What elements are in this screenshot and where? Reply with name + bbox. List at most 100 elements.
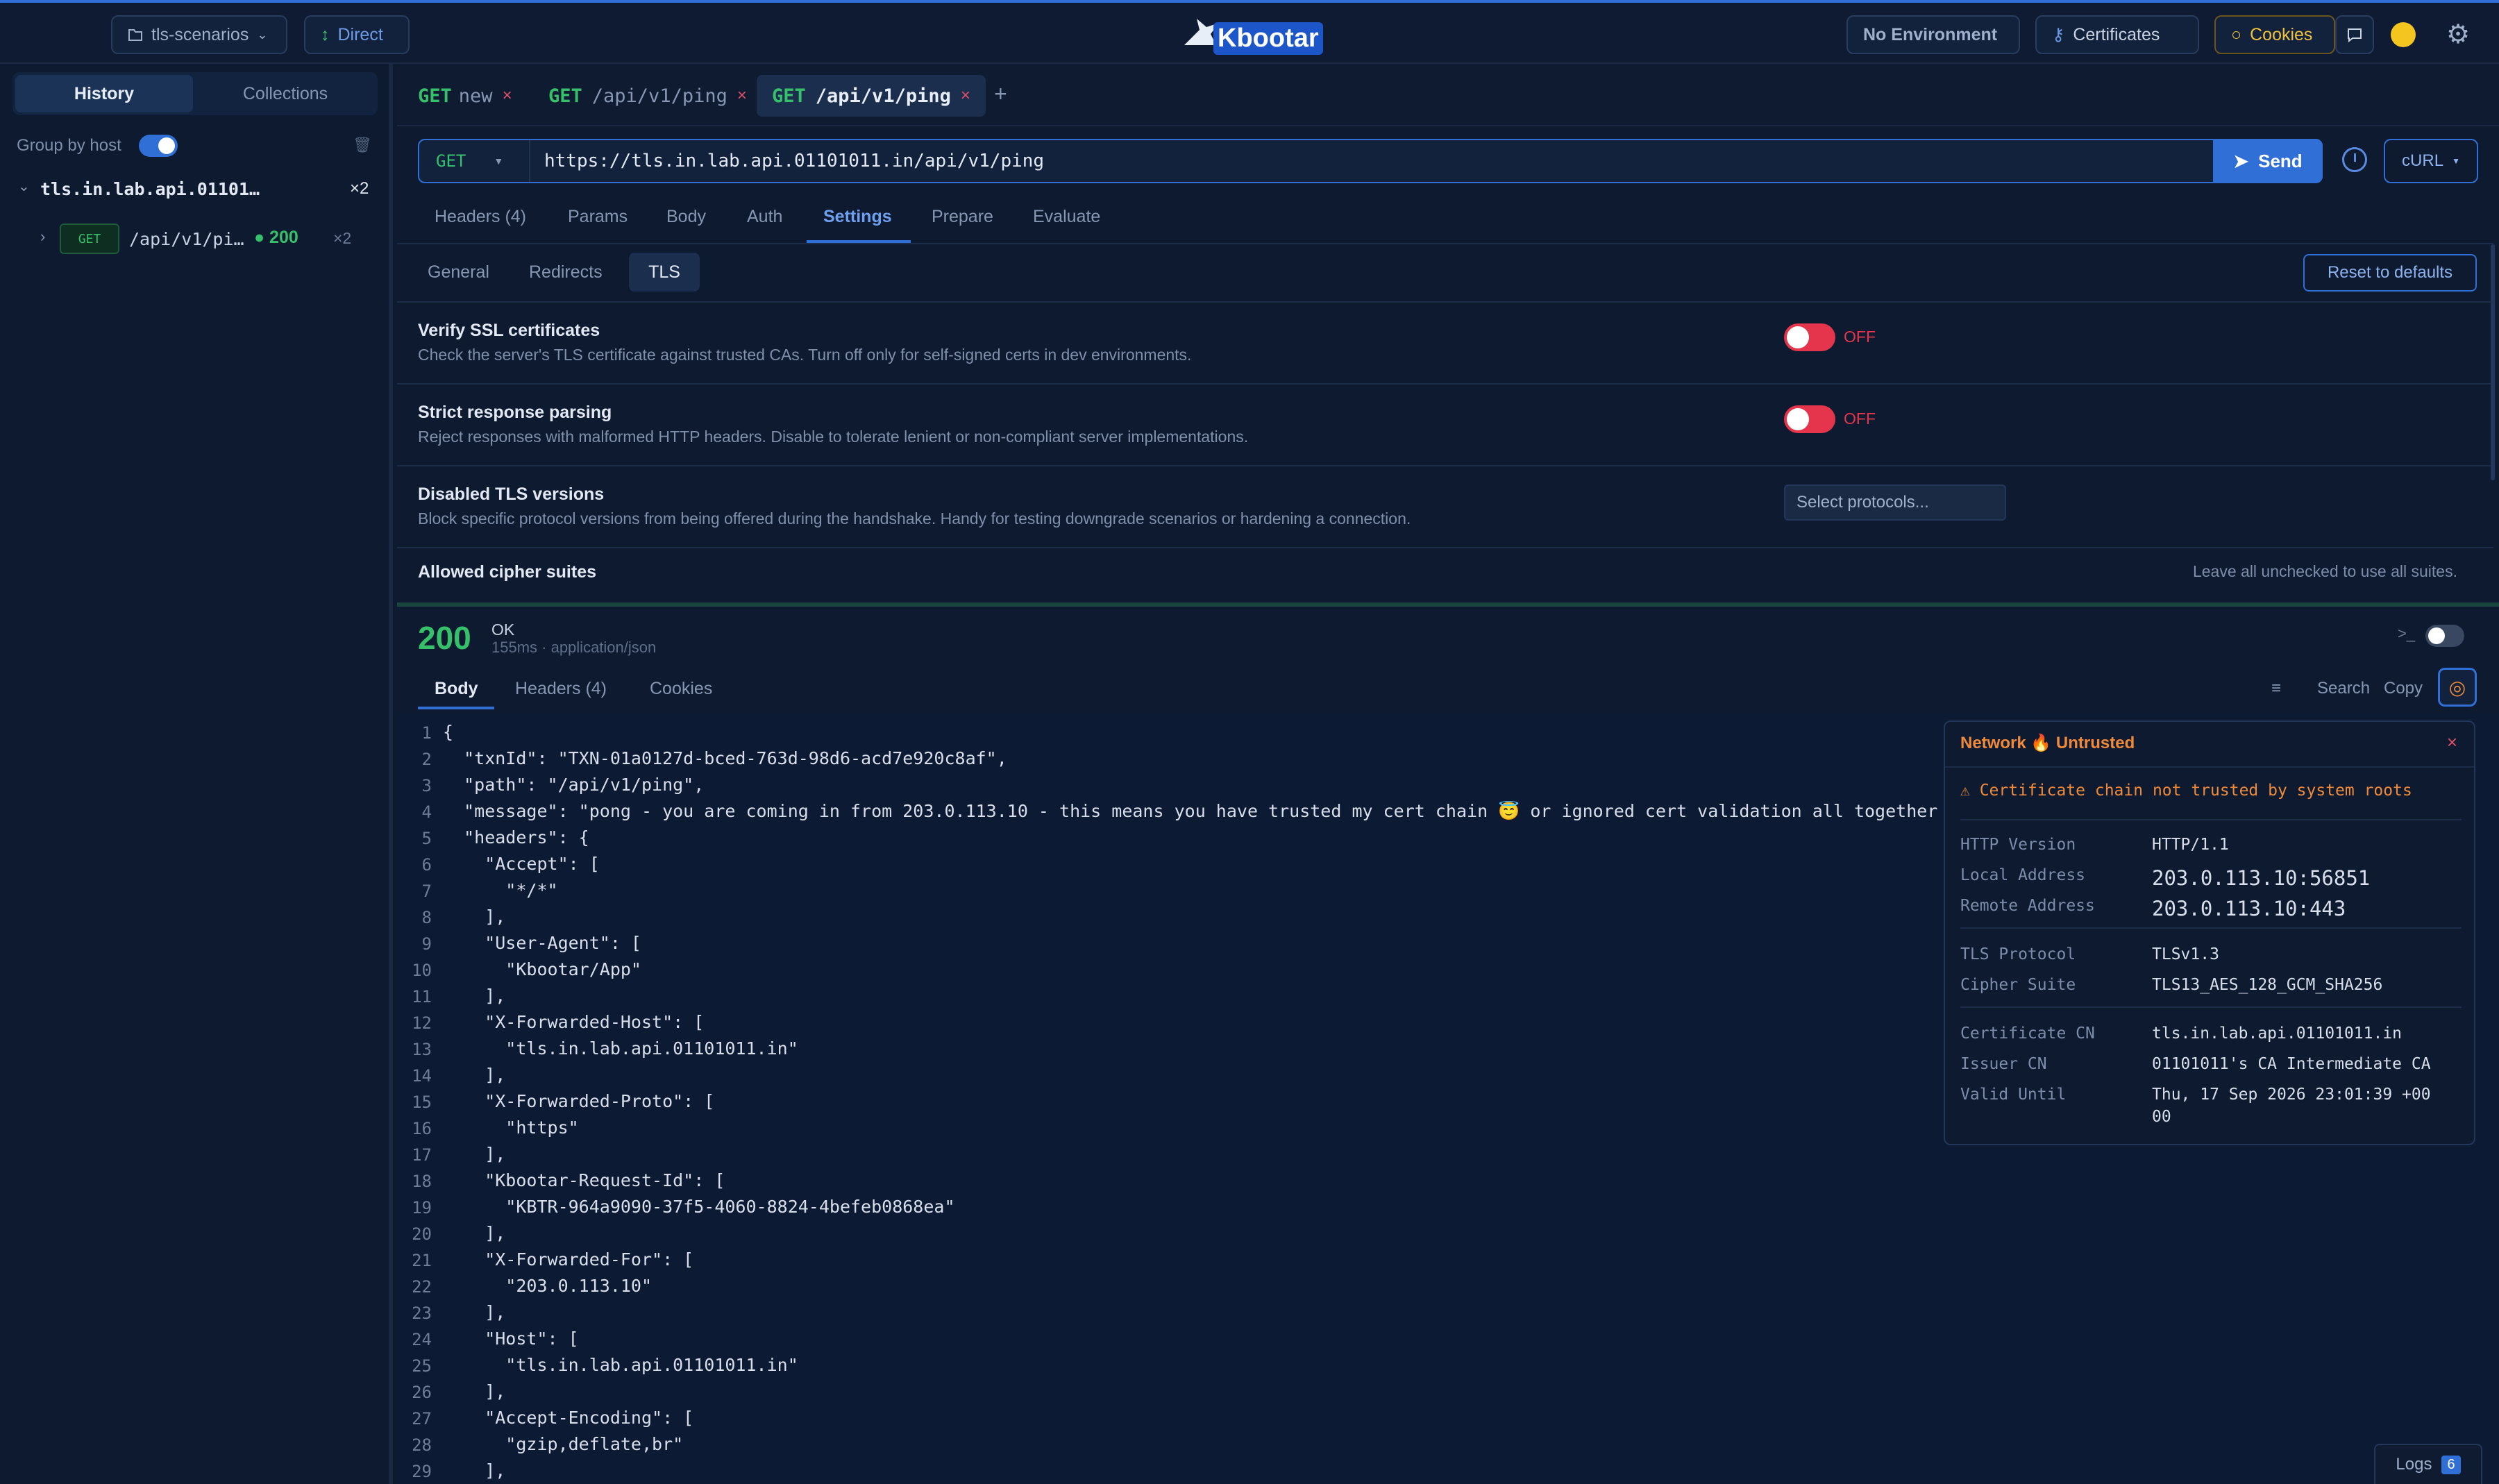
entry-path: /api/v1/pi… (129, 229, 244, 249)
line-number: 2 (421, 750, 432, 769)
tab-evaluate[interactable]: Evaluate (1033, 207, 1100, 227)
line-number: 23 (412, 1304, 432, 1323)
request-tab-active[interactable]: GET /api/v1/ping × (757, 75, 986, 117)
close-icon[interactable]: × (503, 86, 512, 106)
network-value: TLSv1.3 (2152, 945, 2219, 963)
chat-button[interactable] (2335, 15, 2374, 54)
certificates-button[interactable]: ⚷ Certificates (2035, 15, 2199, 54)
search-button[interactable]: Search (2317, 679, 2370, 698)
tab-collections[interactable]: Collections (196, 75, 375, 112)
url-input[interactable] (544, 146, 2058, 176)
add-tab-icon[interactable]: + (994, 83, 1007, 105)
host-group[interactable]: ⌄ tls.in.lab.api.01101… ×2 (0, 174, 389, 205)
history-entry[interactable]: › GET /api/v1/pi… ● 200 ×2 (0, 222, 389, 257)
code-line: "Accept-Encoding": [ (443, 1408, 694, 1428)
line-number: 3 (421, 776, 432, 795)
chevron-right-icon: › (40, 228, 46, 245)
setting-strict-parsing: Strict response parsing Reject responses… (397, 385, 2493, 466)
app-logo: Kbootar (1180, 12, 1323, 58)
subtab-general[interactable]: General (428, 262, 489, 283)
history-clock-icon[interactable] (2342, 147, 2367, 172)
verify-ssl-toggle[interactable] (1784, 323, 1835, 351)
strict-parsing-toggle[interactable] (1784, 405, 1835, 433)
line-number: 8 (421, 908, 432, 927)
gear-icon[interactable]: ⚙ (2446, 21, 2470, 49)
tab-method: GET (548, 85, 582, 107)
logs-button[interactable]: Logs 6 (2374, 1444, 2482, 1484)
network-globe-button[interactable]: ◎ (2438, 668, 2477, 707)
tab-params[interactable]: Params (568, 207, 628, 227)
send-label: Send (2258, 150, 2303, 171)
host-count: ×2 (350, 179, 369, 198)
setting-disabled-tls: Disabled TLS versions Block specific pro… (397, 466, 2493, 548)
setting-verify-ssl: Verify SSL certificates Check the server… (397, 303, 2493, 385)
tab-method: GET (772, 85, 806, 107)
top-bar: tls-scenarios ⌄ ↕ Direct Kbootar No Envi… (0, 0, 2499, 64)
settings-scrollbar[interactable] (2491, 244, 2495, 480)
workspace-selector[interactable]: tls-scenarios ⌄ (111, 15, 287, 54)
network-value: tls.in.lab.api.01101011.in (2152, 1025, 2403, 1043)
network-value: 01101011's CA Intermediate CA (2152, 1055, 2431, 1073)
setting-description: Reject responses with malformed HTTP hea… (418, 428, 1249, 446)
network-value: 203.0.113.10:56851 (2152, 866, 2371, 890)
tab-auth[interactable]: Auth (747, 207, 782, 227)
folder-icon (128, 28, 143, 42)
group-by-host-toggle[interactable] (139, 135, 178, 157)
close-icon[interactable]: × (2447, 732, 2457, 753)
tab-headers[interactable]: Headers (4) (435, 207, 526, 227)
network-value: HTTP/1.1 (2152, 836, 2229, 854)
protocols-select[interactable]: Select protocols... (1784, 484, 2006, 521)
network-key: Local Address (1960, 866, 2086, 884)
environment-selector[interactable]: No Environment (1846, 15, 2020, 54)
subtab-tls[interactable]: TLS (629, 253, 700, 292)
code-line: "Accept": [ (443, 854, 600, 874)
tab-settings[interactable]: Settings (823, 207, 892, 227)
line-number: 9 (421, 934, 432, 954)
theme-toggle-sun-icon[interactable] (2391, 22, 2416, 47)
request-section-tabs: Headers (4) Params Body Auth Settings Pr… (397, 196, 2493, 244)
chevron-down-icon: ▼ (494, 155, 504, 167)
code-line: "Kbootar/App" (443, 959, 641, 979)
wrap-icon[interactable]: ≡ (2271, 679, 2281, 698)
network-key: Issuer CN (1960, 1055, 2047, 1073)
cookies-button[interactable]: ○ Cookies (2214, 15, 2335, 54)
code-line: "path": "/api/v1/ping", (443, 775, 705, 795)
line-number: 19 (412, 1198, 432, 1217)
code-line: { (443, 722, 454, 742)
network-key: TLS Protocol (1960, 945, 2076, 963)
export-curl-button[interactable]: cURL ▼ (2384, 139, 2478, 183)
code-line: ], (443, 907, 506, 927)
line-number: 28 (412, 1435, 432, 1455)
method-select[interactable]: GET ▼ (419, 140, 530, 182)
tab-history[interactable]: History (15, 75, 193, 112)
subtab-redirects[interactable]: Redirects (529, 262, 603, 283)
chevron-down-icon: ▼ (2452, 156, 2460, 166)
close-icon[interactable]: × (961, 86, 970, 106)
network-value: TLS13_AES_128_GCM_SHA256 (2152, 976, 2383, 994)
network-key: Remote Address (1960, 897, 2095, 915)
code-line: ], (443, 1223, 506, 1243)
tab-response-body[interactable]: Body (435, 679, 478, 699)
line-number: 5 (421, 829, 432, 848)
proxy-button[interactable]: ↕ Direct (304, 15, 410, 54)
network-panel-title: Network 🔥 Untrusted (1960, 733, 2135, 753)
reset-defaults-button[interactable]: Reset to defaults (2303, 254, 2477, 292)
code-line: ], (443, 1460, 506, 1481)
request-tab[interactable]: GET /api/v1/ping × (533, 75, 762, 117)
terminal-icon[interactable]: >_ (2398, 625, 2415, 643)
tab-response-cookies[interactable]: Cookies (650, 679, 712, 699)
copy-button[interactable]: Copy (2384, 679, 2423, 698)
send-button[interactable]: ➤ Send (2213, 139, 2323, 183)
url-bar-row: GET ▼ ➤ Send cURL ▼ (397, 126, 2499, 196)
response-toggle[interactable] (2425, 625, 2464, 647)
trash-icon[interactable]: 🗑 (353, 136, 372, 154)
tab-response-headers[interactable]: Headers (4) (515, 679, 607, 699)
setting-title: Verify SSL certificates (418, 321, 600, 340)
setting-title: Allowed cipher suites (418, 562, 597, 582)
tab-body[interactable]: Body (666, 207, 706, 227)
tab-prepare[interactable]: Prepare (932, 207, 993, 227)
code-line: "User-Agent": [ (443, 933, 641, 953)
request-tab[interactable]: GET new × (403, 75, 528, 117)
network-key: Valid Until (1960, 1086, 2067, 1104)
close-icon[interactable]: × (737, 86, 747, 106)
